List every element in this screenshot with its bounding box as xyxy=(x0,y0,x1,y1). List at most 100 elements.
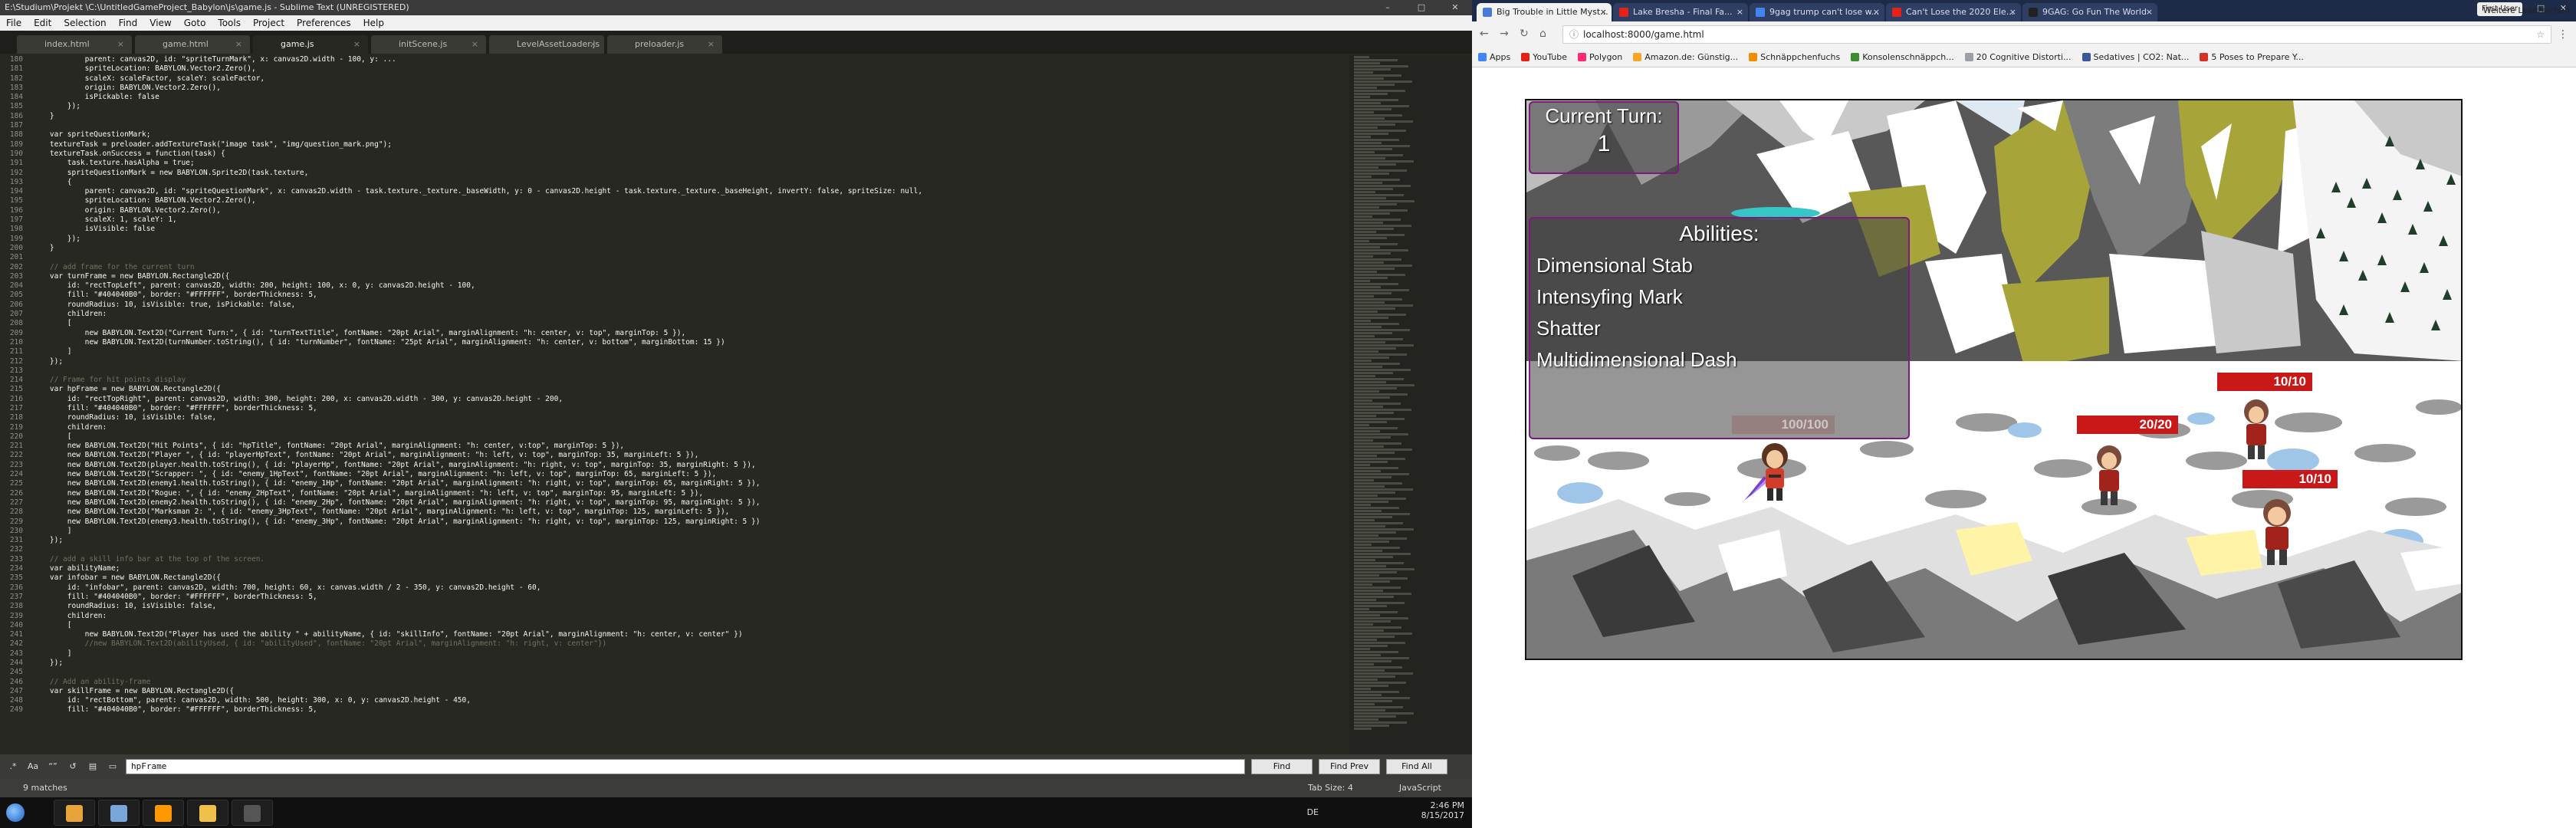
menu-item-edit[interactable]: Edit xyxy=(28,15,58,31)
regex-toggle-icon[interactable]: .* xyxy=(6,760,20,774)
editor-tab[interactable]: index.html × xyxy=(17,35,132,54)
enemy-character[interactable] xyxy=(2242,493,2312,570)
bookmark-item[interactable]: Amazon.de: Günstig... xyxy=(1633,52,1738,62)
menu-item-project[interactable]: Project xyxy=(247,15,291,31)
maximize-icon[interactable]: □ xyxy=(1405,0,1438,15)
ability-multidimensional-dash[interactable]: Multidimensional Dash xyxy=(1530,348,1908,372)
menu-item-goto[interactable]: Goto xyxy=(178,15,212,31)
bookmark-item[interactable]: Apps xyxy=(1478,52,1510,62)
code-line: 200 } xyxy=(0,244,1349,253)
code-editor[interactable]: 180 parent: canvas2D, id: "spriteTurnMar… xyxy=(0,55,1349,754)
wrap-toggle-icon[interactable]: ↺ xyxy=(66,760,80,774)
player-character[interactable] xyxy=(1741,436,1810,505)
taskbar-app-chrome[interactable] xyxy=(54,800,95,826)
browser-tab[interactable]: 9gag trump can't lose w... × xyxy=(1750,3,1884,21)
menu-item-find[interactable]: Find xyxy=(113,15,144,31)
bookmark-label: Apps xyxy=(1490,52,1511,62)
highlight-toggle-icon[interactable]: ▭ xyxy=(106,760,120,774)
forward-icon[interactable]: → xyxy=(1500,28,1509,40)
tab-close-icon[interactable]: × xyxy=(117,35,124,54)
syntax-indicator[interactable]: JavaScript xyxy=(1399,779,1441,797)
info-icon[interactable]: ⓘ xyxy=(1569,26,1579,43)
menu-item-view[interactable]: View xyxy=(143,15,177,31)
minimap-line xyxy=(1354,148,1392,150)
menu-icon[interactable]: ⋮ xyxy=(2558,28,2568,41)
browser-tabs: Big Trouble in Little Myst... × Lake Bresh… xyxy=(1472,0,2576,21)
bookmark-item[interactable]: Konsolenschnäppch... xyxy=(1851,52,1954,62)
home-icon[interactable]: ⌂ xyxy=(1539,28,1546,40)
menu-item-file[interactable]: File xyxy=(0,15,28,31)
tab-close-icon[interactable]: × xyxy=(1873,3,1880,21)
reload-icon[interactable]: ↻ xyxy=(1520,28,1529,40)
ability-intensyfing-mark[interactable]: Intensyfing Mark xyxy=(1530,285,1908,309)
taskbar-app-explorer-files[interactable] xyxy=(98,800,140,826)
minimap-line xyxy=(1354,580,1390,583)
case-toggle-icon[interactable]: Aa xyxy=(26,760,40,774)
menu-item-selection[interactable]: Selection xyxy=(58,15,112,31)
bookmark-item[interactable]: 5 Poses to Prepare Y... xyxy=(2200,52,2304,62)
tab-close-icon[interactable]: × xyxy=(2009,3,2016,21)
find-input[interactable]: hpFrame xyxy=(126,759,1245,774)
back-icon[interactable]: ← xyxy=(1480,28,1489,40)
system-clock[interactable]: 2:46 PM 8/15/2017 xyxy=(1421,800,1464,820)
browser-tab[interactable]: 9GAG: Go Fun The World × xyxy=(2022,3,2157,21)
code-line: 230 ] xyxy=(0,527,1349,536)
bookmarks-bar: Apps YouTube Polygon Amazon.de: Günstig... S… xyxy=(1472,48,2576,67)
tab-size-indicator[interactable]: Tab Size: 4 xyxy=(1308,779,1353,797)
taskbar-app-terminal[interactable] xyxy=(232,800,273,826)
editor-tab[interactable]: game.html × xyxy=(135,35,250,54)
tab-close-icon[interactable]: × xyxy=(1737,3,1743,21)
minimap-line xyxy=(1354,482,1402,485)
url-input[interactable]: ⓘ localhost:8000/game.html ☆ xyxy=(1562,25,2551,44)
in-selection-toggle-icon[interactable]: ▤ xyxy=(86,760,100,774)
minimap-line xyxy=(1354,675,1395,678)
taskbar-app-sublime[interactable] xyxy=(143,800,184,826)
language-indicator[interactable]: DE xyxy=(1307,807,1319,817)
bookmark-item[interactable]: Sedatives | CO2: Nat... xyxy=(2082,52,2189,62)
minimap-line xyxy=(1354,688,1371,690)
code-line: 182 scaleX: scaleFactor, scaleY: scaleFa… xyxy=(0,74,1349,84)
menu-item-help[interactable]: Help xyxy=(357,15,390,31)
menu-item-preferences[interactable]: Preferences xyxy=(291,15,357,31)
browser-tab[interactable]: Lake Bresha - Final Fa... × xyxy=(1613,3,1748,21)
editor-tab[interactable]: game.js × xyxy=(253,35,368,54)
bookmark-item[interactable]: Polygon xyxy=(1577,52,1622,62)
find-all-button[interactable]: Find All xyxy=(1386,759,1447,774)
tab-close-icon[interactable]: × xyxy=(708,35,715,54)
bookmark-item[interactable]: YouTube xyxy=(1521,52,1567,62)
minimize-icon[interactable]: – xyxy=(1371,0,1405,15)
tab-close-icon[interactable]: × xyxy=(590,35,596,54)
tab-close-icon[interactable]: × xyxy=(2146,3,2153,21)
bookmark-item[interactable]: 20 Cognitive Distorti... xyxy=(1964,52,2072,62)
editor-tab[interactable]: preloader.js × xyxy=(607,35,722,54)
browser-tab[interactable]: Can't Lose the 2020 Ele... × xyxy=(1886,3,2021,21)
find-button[interactable]: Find xyxy=(1251,759,1313,774)
browser-tab[interactable]: Big Trouble in Little Myst... × xyxy=(1477,3,1612,21)
more-bookmarks-button[interactable]: Weitere Lesezeichen xyxy=(2483,5,2570,15)
whole-word-toggle-icon[interactable]: “” xyxy=(46,760,60,774)
enemy-character[interactable] xyxy=(2078,439,2140,508)
minimap-line xyxy=(1354,353,1407,356)
tab-close-icon[interactable]: × xyxy=(472,35,478,54)
editor-tab-label: LevelAssetLoader.js xyxy=(517,39,600,49)
find-prev-button[interactable]: Find Prev xyxy=(1319,759,1380,774)
enemy-character[interactable] xyxy=(2226,393,2287,462)
editor-tab[interactable]: initScene.js × xyxy=(371,35,486,54)
tab-close-icon[interactable]: × xyxy=(353,35,360,54)
bookmark-star-icon[interactable]: ☆ xyxy=(2536,26,2545,43)
taskbar: DE 2:46 PM 8/15/2017 xyxy=(0,797,1472,828)
game-canvas[interactable]: Current Turn: 1 Abilities: Dimensional S… xyxy=(1525,99,2463,660)
tab-close-icon[interactable]: × xyxy=(235,35,242,54)
start-button-icon[interactable] xyxy=(6,803,25,822)
close-icon[interactable]: ✕ xyxy=(1438,0,1472,15)
minimap-line xyxy=(1354,120,1413,123)
ability-dimensional-stab[interactable]: Dimensional Stab xyxy=(1530,254,1908,278)
editor-tab[interactable]: LevelAssetLoader.js × xyxy=(489,35,604,54)
taskbar-app-file-explorer[interactable] xyxy=(187,800,228,826)
line-number: 190 xyxy=(9,149,23,158)
menu-item-tools[interactable]: Tools xyxy=(212,15,247,31)
ability-shatter[interactable]: Shatter xyxy=(1530,317,1908,340)
bookmark-item[interactable]: Schnäppchenfuchs xyxy=(1749,52,1840,62)
minimap[interactable] xyxy=(1349,55,1472,754)
tab-close-icon[interactable]: × xyxy=(1600,3,1607,21)
